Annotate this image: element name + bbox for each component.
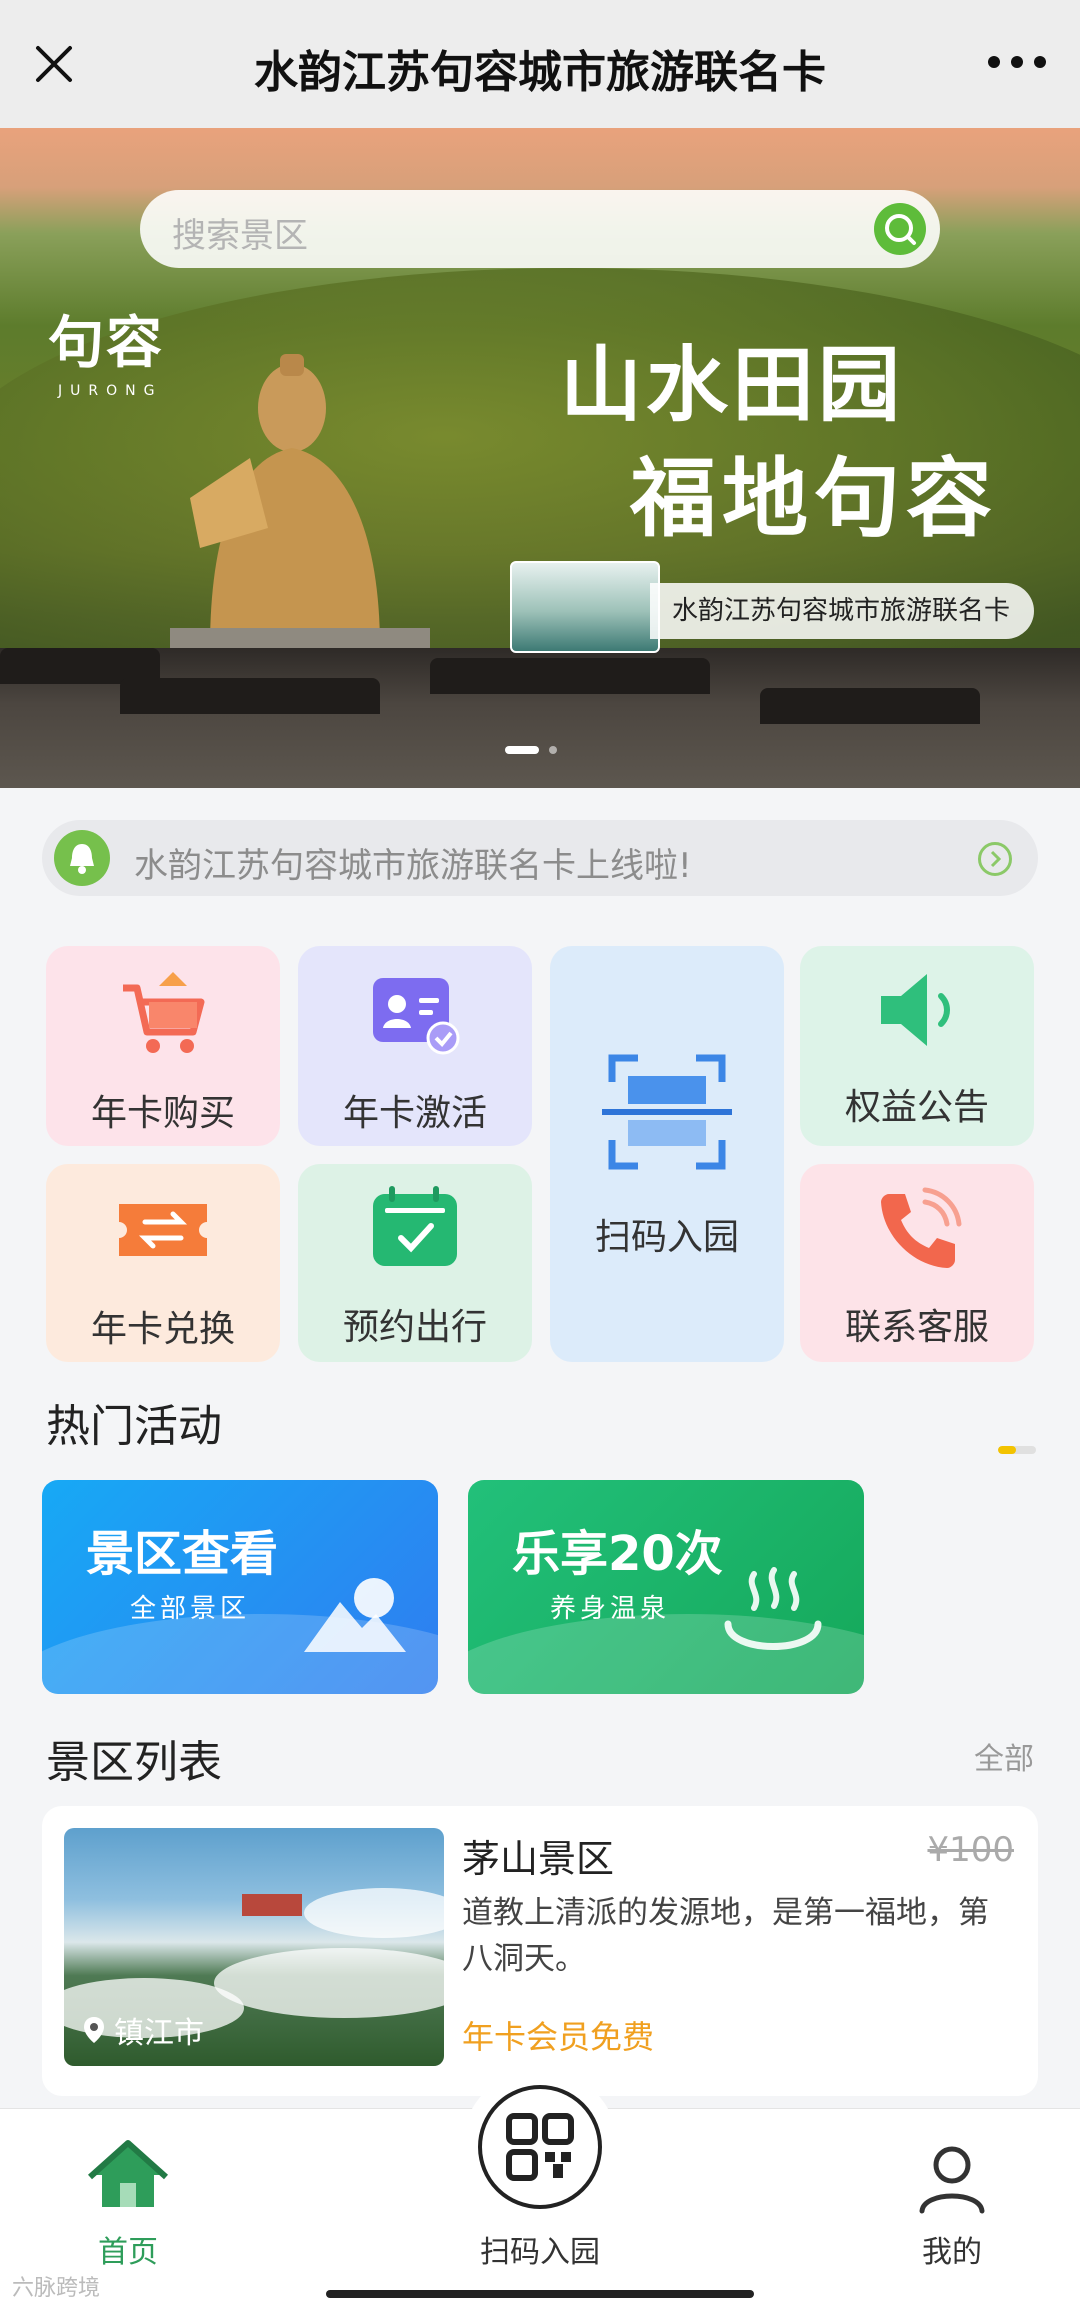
search-button[interactable] — [874, 203, 926, 255]
id-card-check-icon — [373, 978, 460, 1055]
search-icon — [885, 214, 916, 245]
activity-subtitle: 全部景区 — [130, 1594, 251, 1624]
activity-title: 乐享20次 — [512, 1526, 723, 1582]
chevron-right-icon[interactable] — [978, 842, 1012, 876]
spot-list-all-link[interactable]: 全部 — [974, 1734, 1034, 1778]
grid-label: 预约出行 — [342, 1307, 487, 1348]
mountain-icon — [304, 1578, 406, 1652]
bell-icon — [54, 830, 110, 886]
tab-label: 我的 — [922, 2235, 982, 2270]
tab-label: 首页 — [98, 2235, 158, 2270]
more-icon[interactable] — [988, 52, 1046, 72]
exchange-ticket-icon — [119, 1204, 207, 1256]
jurong-logo: 句容 JURONG — [48, 310, 164, 399]
bottom-tab-bar: 首页 扫码入园 我的 — [0, 2069, 1080, 2303]
hot-activities-title: 热门活动 — [46, 1401, 222, 1452]
activity-card-scenic[interactable]: 景区查看 全部景区 — [42, 1480, 438, 1694]
hot-spring-icon — [724, 1567, 822, 1650]
home-indicator — [326, 2290, 754, 2298]
spot-price: ¥100 — [927, 1830, 1014, 1870]
grid-label: 联系客服 — [844, 1307, 989, 1348]
grid-rights-announcement[interactable]: 权益公告 — [800, 946, 1034, 1146]
announcement-bar[interactable]: 水韵江苏句容城市旅游联名卡上线啦! — [42, 820, 1038, 896]
activity-subtitle: 养身温泉 — [550, 1594, 671, 1624]
tab-scan-entry[interactable]: 扫码入园 — [440, 2109, 640, 2303]
spot-card[interactable]: 镇江市 茅山景区 ¥100 道教上清派的发源地，是第一福地，第八洞天。 年卡会员… — [42, 1806, 1038, 2096]
home-icon — [88, 2140, 168, 2207]
watermark-text: 六脉跨境 — [12, 2276, 101, 2301]
card-thumbnail — [510, 561, 660, 653]
spot-image: 镇江市 — [64, 1828, 444, 2066]
title-bar: 水韵江苏句容城市旅游联名卡 — [0, 0, 1080, 128]
scan-icon — [602, 1054, 732, 1170]
grid-label: 年卡激活 — [342, 1093, 487, 1134]
banner-carousel[interactable]: 搜索景区 句容 JURONG 山水田园 福地句容 水韵江苏句容城市旅游联名卡 — [0, 128, 1080, 788]
slogan-line-1: 山水田园 — [560, 337, 905, 433]
carousel-dot — [549, 746, 557, 754]
grid-annual-card-purchase[interactable]: 年卡购买 — [46, 946, 280, 1146]
carousel-indicator — [505, 746, 557, 754]
cart-icon — [123, 972, 205, 1053]
grid-annual-card-activate[interactable]: 年卡激活 — [298, 946, 532, 1146]
search-input[interactable]: 搜索景区 — [172, 208, 308, 257]
spot-name: 茅山景区 — [462, 1837, 615, 1881]
activity-card-hot-spring[interactable]: 乐享20次 养身温泉 — [468, 1480, 864, 1694]
location-pin-icon — [84, 2017, 104, 2043]
spot-description: 道教上清派的发源地，是第一福地，第八洞天。 — [462, 1895, 989, 1977]
grid-annual-card-exchange[interactable]: 年卡兑换 — [46, 1164, 280, 1362]
activity-scroll-indicator — [998, 1446, 1036, 1454]
spot-member-tag: 年卡会员免费 — [462, 2018, 655, 2056]
grid-label: 年卡兑换 — [90, 1309, 235, 1350]
grid-label: 年卡购买 — [90, 1093, 235, 1134]
phone-icon — [881, 1187, 962, 1268]
user-icon — [919, 2146, 985, 2214]
grid-customer-service[interactable]: 联系客服 — [800, 1164, 1034, 1362]
announcement-text: 水韵江苏句容城市旅游联名卡上线啦! — [134, 846, 692, 886]
speaker-icon — [881, 974, 950, 1046]
grid-reservation[interactable]: 预约出行 — [298, 1164, 532, 1362]
card-promo-label: 水韵江苏句容城市旅游联名卡 — [650, 583, 1035, 639]
search-bar[interactable]: 搜索景区 — [140, 190, 940, 268]
grid-label: 权益公告 — [844, 1087, 989, 1128]
spot-list-title: 景区列表 — [46, 1737, 222, 1788]
activity-title: 景区查看 — [86, 1526, 279, 1582]
grid-scan-entry[interactable]: 扫码入园 — [550, 946, 784, 1362]
page-title: 水韵江苏句容城市旅游联名卡 — [254, 47, 826, 98]
carousel-dot-active — [505, 746, 539, 754]
slogan-line-2: 福地句容 — [630, 448, 998, 549]
calendar-check-icon — [373, 1186, 457, 1266]
close-icon[interactable] — [30, 40, 78, 88]
tab-label: 扫码入园 — [480, 2235, 600, 2270]
grid-label: 扫码入园 — [594, 1217, 739, 1258]
tab-mine[interactable]: 我的 — [852, 2109, 1052, 2303]
spot-location: 镇江市 — [82, 2008, 204, 2052]
temple-buildings — [0, 648, 1080, 788]
